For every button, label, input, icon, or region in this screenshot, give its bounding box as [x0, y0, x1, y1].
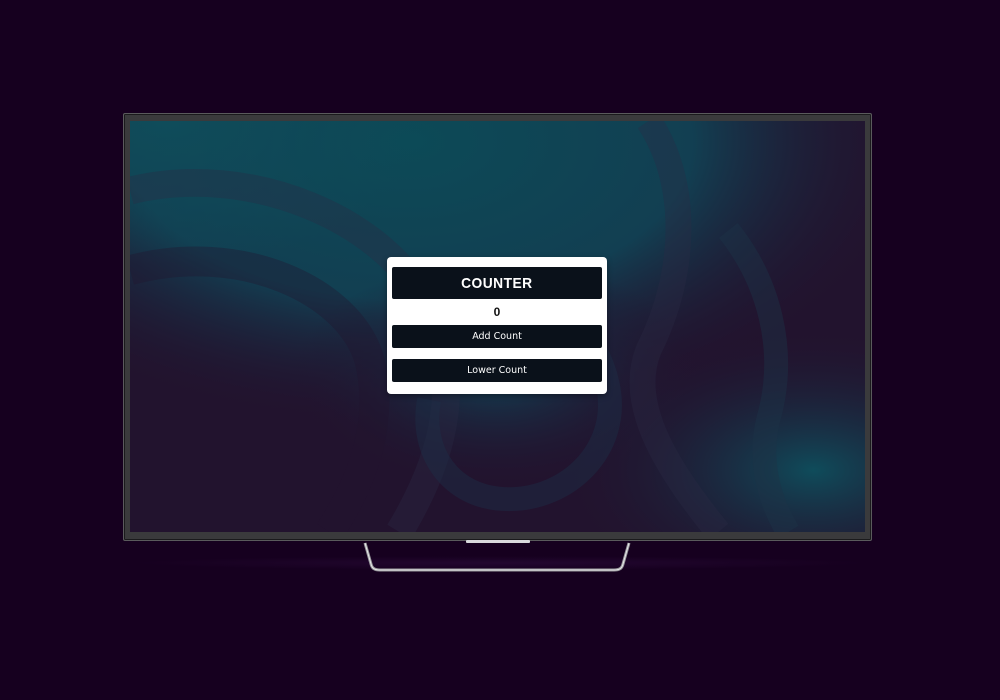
page-backdrop: COUNTER 0 Add Count Lower Count	[0, 0, 1000, 700]
tv-stand	[363, 542, 631, 572]
counter-title-text: COUNTER	[461, 274, 533, 292]
counter-value: 0	[493, 305, 501, 319]
counter-card: COUNTER 0 Add Count Lower Count	[387, 257, 607, 394]
lower-count-button[interactable]: Lower Count	[392, 359, 602, 382]
add-count-button[interactable]: Add Count	[392, 325, 602, 348]
counter-title: COUNTER	[392, 267, 602, 299]
